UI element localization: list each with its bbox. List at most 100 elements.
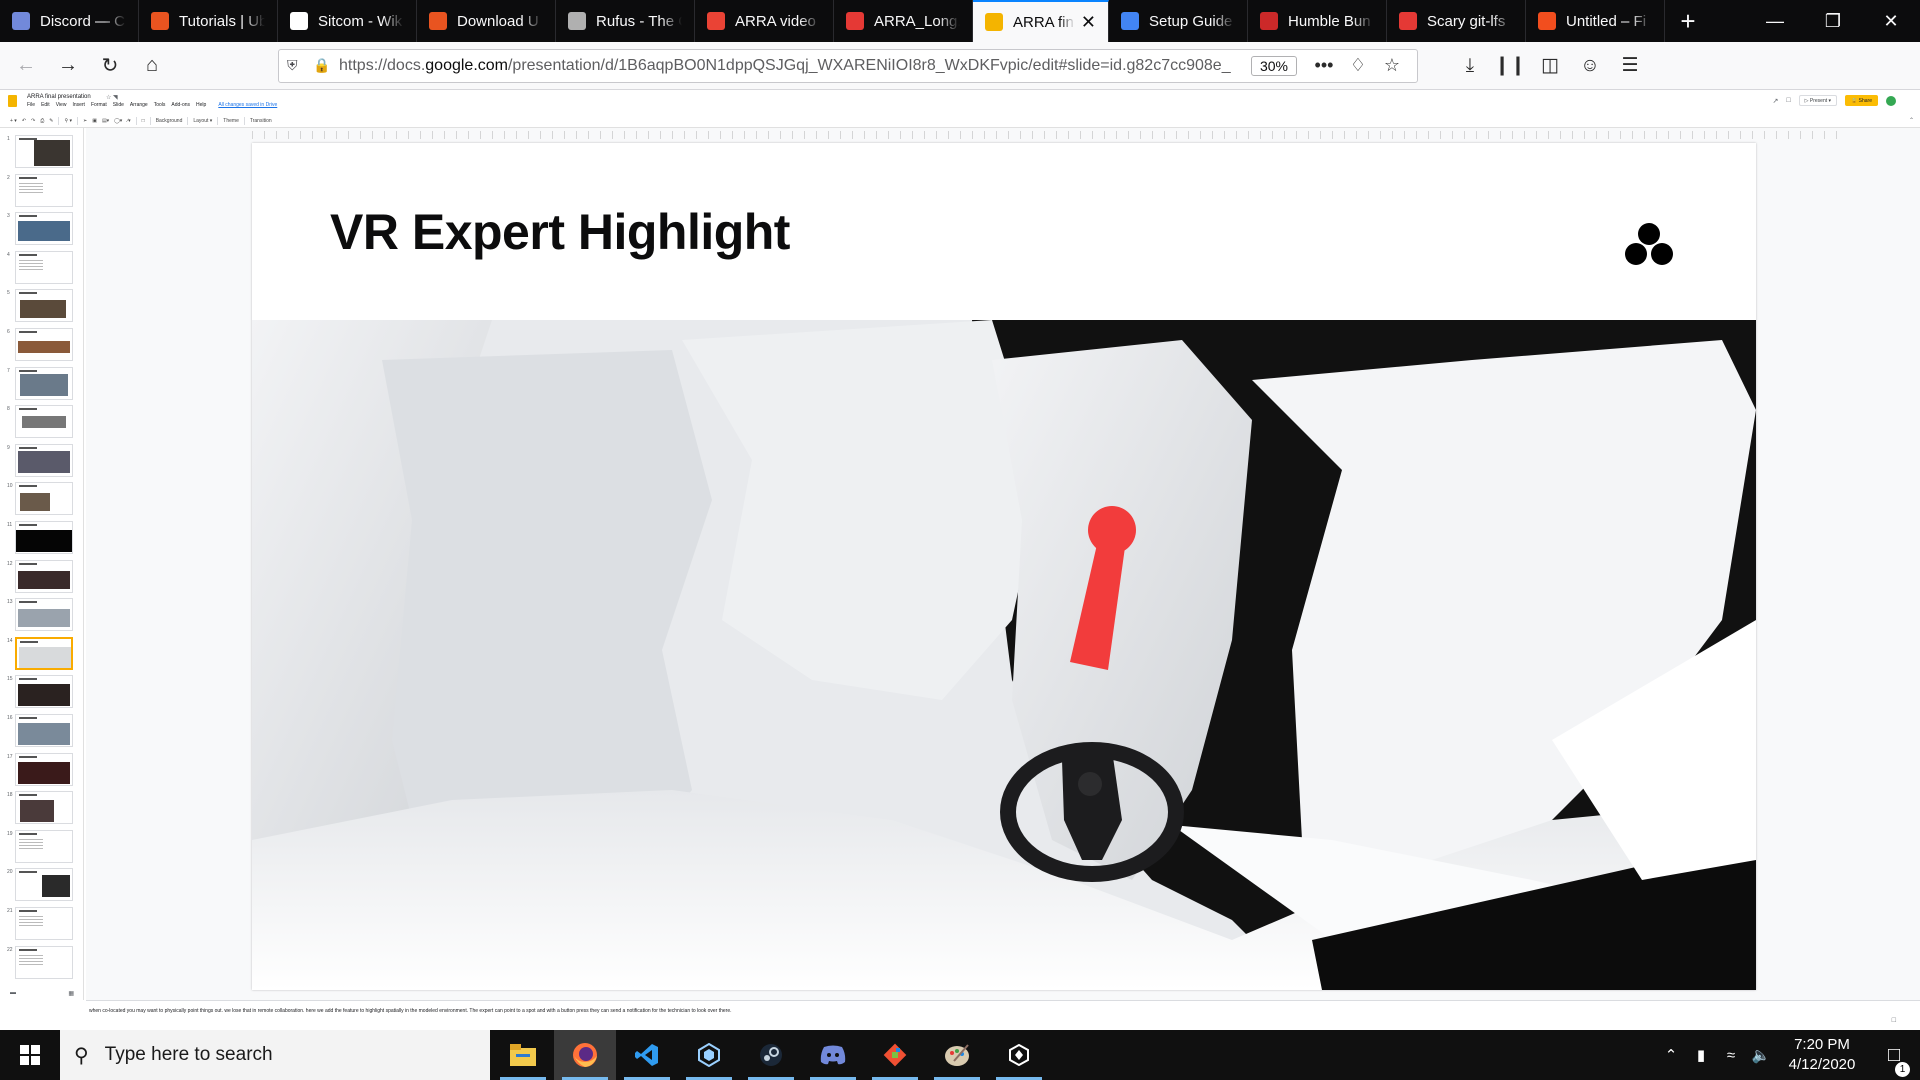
slide-thumbnail[interactable] xyxy=(15,173,73,207)
document-title[interactable]: ARRA final presentation xyxy=(27,94,91,100)
menu-item[interactable]: View xyxy=(56,102,67,108)
speaker-notes[interactable]: when co-located you may want to physical… xyxy=(86,1000,1920,1028)
transition-button[interactable]: Transition xyxy=(250,118,272,124)
slide-thumbnail[interactable] xyxy=(15,636,73,670)
slide-thumbnail[interactable] xyxy=(15,443,73,477)
pocket-icon[interactable]: ♢ xyxy=(1341,55,1375,76)
line-icon[interactable]: ∕▾ xyxy=(127,118,130,124)
slide-thumbnail-row[interactable]: 18 xyxy=(0,790,83,826)
text-box-icon[interactable]: ▣ xyxy=(92,118,97,124)
slide-thumbnail[interactable] xyxy=(15,405,73,439)
menu-item[interactable]: Edit xyxy=(41,102,50,108)
show-hidden-icons-icon[interactable]: ⌃ xyxy=(1656,1046,1686,1064)
slide-thumbnail-row[interactable]: 3 xyxy=(0,211,83,247)
collapse-toolbar-icon[interactable]: ⌃ xyxy=(1909,117,1914,124)
start-button[interactable] xyxy=(0,1030,60,1080)
close-tab-icon[interactable]: ✕ xyxy=(1081,12,1096,33)
slides-logo-icon[interactable] xyxy=(8,95,17,107)
browser-tab[interactable]: Scary git-lfs xyxy=(1387,0,1526,42)
slide-thumbnail-row[interactable]: 12 xyxy=(0,559,83,595)
slide-thumbnail[interactable] xyxy=(15,559,73,593)
close-window-button[interactable]: ✕ xyxy=(1862,0,1920,42)
browser-tab[interactable]: Untitled – Fi xyxy=(1526,0,1665,42)
slide-thumbnail[interactable] xyxy=(15,907,73,940)
slide-thumbnail-row[interactable]: 14 xyxy=(0,636,83,672)
slide-thumbnail-row[interactable]: 1 xyxy=(0,134,83,170)
slide-thumbnail[interactable] xyxy=(15,714,73,747)
slide-thumbnail-row[interactable]: 15 xyxy=(0,674,83,710)
slide-thumbnail[interactable] xyxy=(15,328,73,361)
browser-tab[interactable]: Setup Guide xyxy=(1109,0,1248,42)
browser-tab[interactable]: Tutorials | Ub xyxy=(139,0,278,42)
slide-thumbnail[interactable] xyxy=(15,598,73,632)
menu-item[interactable]: Help xyxy=(196,102,206,108)
select-tool-icon[interactable]: ➢ xyxy=(83,118,87,124)
share-button[interactable]: 🔒 Share xyxy=(1845,95,1878,106)
slide-thumbnail[interactable] xyxy=(15,212,73,246)
slide-thumbnail-row[interactable]: 19 xyxy=(0,829,83,865)
back-button[interactable]: ← xyxy=(8,48,44,84)
browser-tab[interactable]: Discord — C xyxy=(0,0,139,42)
comment-icon[interactable]: □ xyxy=(142,118,145,124)
paint-icon[interactable] xyxy=(926,1030,988,1080)
background-button[interactable]: Background xyxy=(156,118,183,124)
account-avatar[interactable] xyxy=(1886,95,1896,106)
expand-notes-icon[interactable]: □ xyxy=(1892,1017,1896,1024)
menu-item[interactable]: Format xyxy=(91,102,107,108)
slide-thumbnail-row[interactable]: 16 xyxy=(0,713,83,749)
volume-icon[interactable]: 🔈 xyxy=(1746,1046,1776,1064)
three-circles-logo[interactable] xyxy=(1624,222,1674,268)
menu-item[interactable]: Arrange xyxy=(130,102,148,108)
library-icon[interactable]: ❙❙ xyxy=(1490,48,1530,84)
slide-thumbnail-row[interactable]: 20 xyxy=(0,867,83,903)
shape-icon[interactable]: ◯▾ xyxy=(114,118,122,124)
slide-thumbnail[interactable] xyxy=(15,289,73,323)
redo-icon[interactable]: ↷ xyxy=(31,118,35,124)
reload-button[interactable]: ↻ xyxy=(92,48,128,84)
slide-thumbnail[interactable] xyxy=(15,521,73,554)
slide-thumbnail-row[interactable]: 21 xyxy=(0,906,83,942)
downloads-icon[interactable]: ⤓ xyxy=(1450,48,1490,84)
browser-tab[interactable]: ARRA_Long.r xyxy=(834,0,973,42)
vscode-icon[interactable] xyxy=(616,1030,678,1080)
taskbar-search[interactable]: ⚲ Type here to search xyxy=(60,1030,490,1080)
slide-thumbnail-row[interactable]: 10 xyxy=(0,481,83,517)
slide-thumbnail-row[interactable]: 13 xyxy=(0,597,83,633)
slide-title[interactable]: VR Expert Highlight xyxy=(330,203,790,261)
save-status[interactable]: All changes saved in Drive xyxy=(218,102,277,108)
menu-icon[interactable]: ☰ xyxy=(1610,48,1650,84)
activity-icon[interactable]: ↗ xyxy=(1773,97,1779,105)
slide-thumbnail-row[interactable]: 11 xyxy=(0,520,83,556)
slide-thumbnail[interactable] xyxy=(15,482,73,516)
url-text[interactable]: https://docs.google.com/presentation/d/1… xyxy=(339,57,1241,75)
image-icon[interactable]: ▤▾ xyxy=(102,118,109,124)
file-explorer-icon[interactable] xyxy=(492,1030,554,1080)
account-icon[interactable]: ☺ xyxy=(1570,48,1610,84)
slide-thumbnail-row[interactable]: 7 xyxy=(0,366,83,402)
forward-button[interactable]: → xyxy=(50,48,86,84)
add-slide-icon[interactable]: + ▾ xyxy=(10,118,17,124)
undo-icon[interactable]: ↶ xyxy=(22,118,26,124)
slide-thumbnail[interactable] xyxy=(15,366,73,400)
browser-tab[interactable]: Humble Bun xyxy=(1248,0,1387,42)
layout-button[interactable]: Layout ▾ xyxy=(193,118,212,124)
menu-item[interactable]: File xyxy=(27,102,35,108)
menu-item[interactable]: Tools xyxy=(154,102,166,108)
slide-thumbnail-row[interactable]: 4 xyxy=(0,250,83,286)
browser-tab[interactable]: ARRA video xyxy=(695,0,834,42)
battery-icon[interactable]: ▮ xyxy=(1686,1046,1716,1064)
slide-thumbnail[interactable] xyxy=(15,945,73,979)
vr-scene-screenshot[interactable] xyxy=(252,320,1756,990)
current-slide[interactable]: VR Expert Highlight xyxy=(252,143,1756,990)
slide-thumbnail-row[interactable]: 8 xyxy=(0,404,83,440)
slide-thumbnail-row[interactable]: 22 xyxy=(0,945,83,981)
slide-thumbnail-row[interactable]: 17 xyxy=(0,752,83,788)
zoom-indicator[interactable]: 30% xyxy=(1250,55,1297,76)
slide-thumbnail[interactable] xyxy=(15,752,73,786)
paint-format-icon[interactable]: ✎ xyxy=(49,118,53,124)
git-icon[interactable] xyxy=(864,1030,926,1080)
menu-item[interactable]: Slide xyxy=(113,102,124,108)
menu-item[interactable]: Insert xyxy=(72,102,85,108)
speaker-notes-text[interactable]: when co-located you may want to physical… xyxy=(89,1008,732,1014)
shield-icon[interactable]: ⛨ xyxy=(287,57,313,74)
